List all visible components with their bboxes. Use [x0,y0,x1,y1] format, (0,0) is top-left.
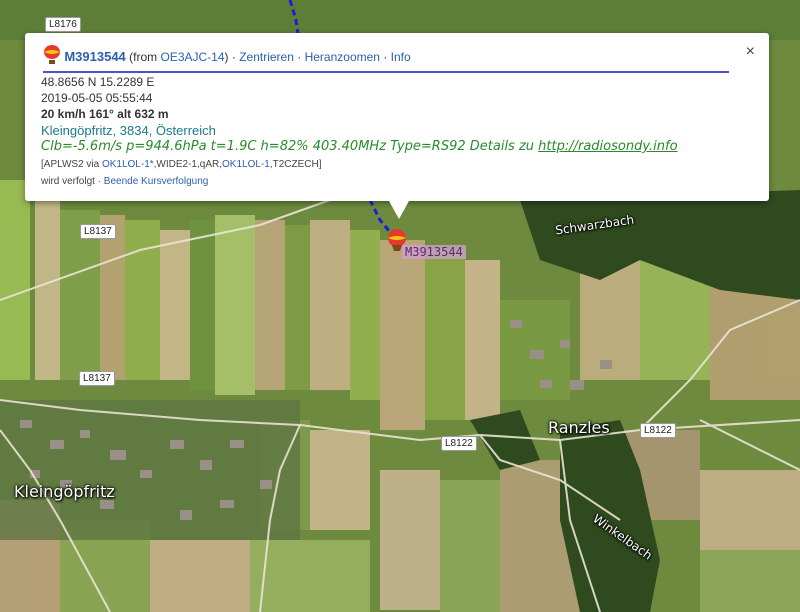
path-prefix: [APLWS2 via [41,159,102,170]
callsign-link[interactable]: M3913544 [64,49,125,64]
from-prefix: (from [129,50,161,64]
timestamp: 2019-05-05 05:55:44 [41,91,153,105]
source-station-link[interactable]: OE3AJC-14 [160,50,224,64]
igate-link[interactable]: OK1LOL-1 [222,159,270,170]
place-label-ranzles: Ranzles [548,418,610,437]
zoom-in-link[interactable]: Heranzoomen [305,50,380,64]
road-shield-l8137: L8137 [80,224,116,239]
close-icon[interactable]: × [746,43,755,61]
info-link[interactable]: Info [391,50,411,64]
balloon-icon [44,45,60,64]
road-shield-l8122: L8122 [640,423,676,438]
path-middle: ,WIDE2-1,qAR, [153,159,223,170]
road-shield-l8176: L8176 [45,17,81,32]
separator: · [297,50,305,64]
telemetry-comment: Clb=-5.6m/s p=944.6hPa t=1.9C h=82% 403.… [41,139,678,154]
marker-label[interactable]: M3913544 [402,245,466,259]
speed-course-altitude: 20 km/h 161° alt 632 m [41,107,169,121]
coordinates: 48.8656 N 15.2289 E [41,75,155,89]
packet-path: [APLWS2 via OK1LOL-1*,WIDE2-1,qAR,OK1LOL… [41,159,322,170]
station-info-popup: M3913544 (from OE3AJC-14) · Zentrieren ·… [25,33,769,219]
tracked-text: wird verfolgt · [41,176,104,187]
comment-text: Clb=-5.6m/s p=944.6hPa t=1.9C h=82% 403.… [41,139,539,154]
stop-tracking-link[interactable]: Beende Kursverfolgung [104,176,209,187]
village-kleingoepfritz [0,400,300,540]
digipeater-link[interactable]: OK1LOL-1* [102,159,154,170]
separator: · [383,50,391,64]
tracking-status: wird verfolgt · Beende Kursverfolgung [41,176,208,187]
popup-tail [389,201,409,219]
place-label-kleingoepfritz: Kleingöpfritz [14,482,115,501]
from-suffix: ) [224,50,229,64]
road-shield-l8122: L8122 [441,436,477,451]
center-link[interactable]: Zentrieren [239,50,294,64]
address: Kleingöpfritz, 3834, Österreich [41,123,216,138]
path-suffix: ,T2CZECH] [269,159,322,170]
popup-header: M3913544 (from OE3AJC-14) · Zentrieren ·… [43,45,729,73]
radiosondy-link[interactable]: http://radiosondy.info [538,139,677,154]
road-shield-l8137: L8137 [79,371,115,386]
